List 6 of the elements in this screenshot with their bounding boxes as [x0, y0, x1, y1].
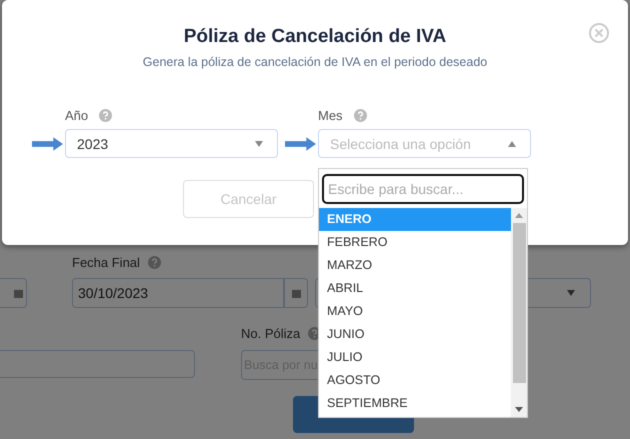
field-label: No. Póliza: [241, 326, 300, 340]
dialog-subtitle: Genera la póliza de cancelación de IVA en el periodo deseado: [142, 55, 488, 69]
field-label: Año: [65, 108, 88, 122]
field-label: Mes: [318, 108, 343, 122]
dialog-title: Póliza de Cancelación de IVA: [184, 26, 446, 48]
field-label: Fecha Final: [72, 254, 140, 270]
